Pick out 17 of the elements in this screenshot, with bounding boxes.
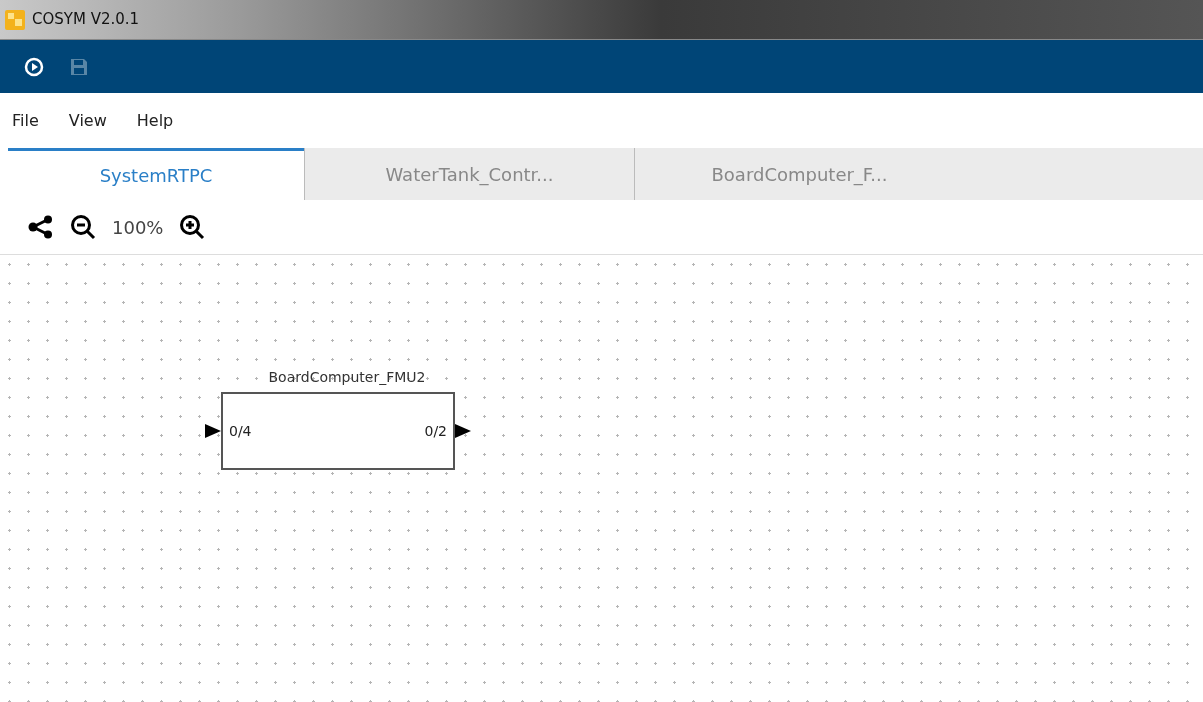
play-icon[interactable] — [24, 56, 44, 77]
output-count: 0/2 — [424, 421, 447, 441]
zoom-in-icon[interactable] — [179, 214, 206, 240]
menu-item[interactable]: File — [12, 108, 39, 133]
input-count: 0/4 — [229, 421, 252, 441]
window-title: COSYM V2.0.1 — [32, 9, 140, 31]
fmu-block[interactable]: 0/4 0/2 — [221, 392, 455, 470]
share-icon[interactable] — [28, 215, 54, 239]
input-port-icon — [205, 423, 221, 439]
zoom-level: 100% — [112, 215, 164, 240]
output-port-icon — [455, 423, 471, 439]
menu-item[interactable]: View — [68, 108, 107, 133]
block-title: BoardComputer_FMU2 — [268, 368, 426, 387]
app-icon — [4, 8, 26, 31]
menu-item[interactable]: Help — [136, 108, 174, 133]
tab[interactable]: SystemRTPC — [8, 148, 304, 200]
zoom-out-icon[interactable] — [70, 214, 96, 240]
